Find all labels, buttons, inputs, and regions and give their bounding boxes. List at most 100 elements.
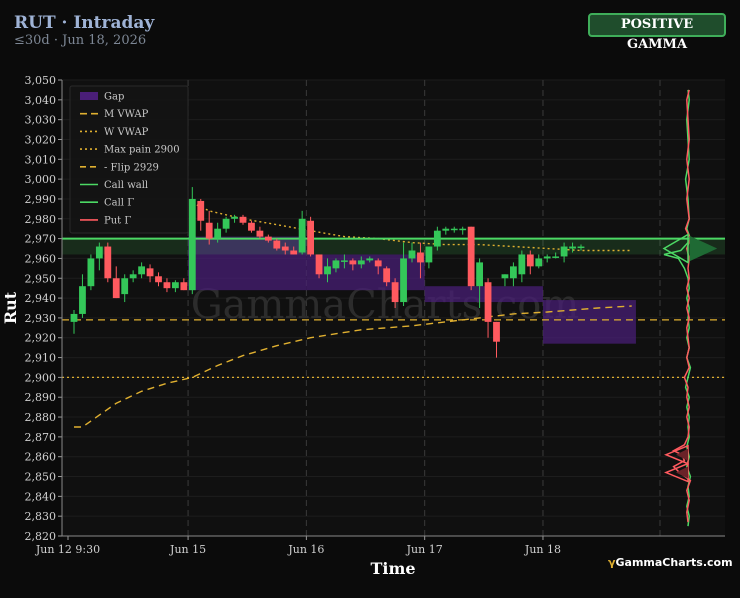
candle-body [231,216,238,219]
candle-body [349,260,357,265]
candle-body [324,266,331,275]
candle-body [374,260,382,267]
y-tick-label: 2,880 [25,411,57,424]
candle-body [501,274,509,279]
x-axis-title: Time [370,559,415,578]
legend-label: Max pain 2900 [104,145,180,156]
gamma-logo-icon: γ [608,556,616,569]
y-tick-label: 2,820 [25,530,57,543]
candle-body [442,228,450,231]
candle-body [104,246,112,279]
candle-body [543,256,551,259]
candle-body [560,246,568,257]
candle-body [459,228,467,231]
candle-body [129,274,137,279]
candle-body [205,222,213,239]
candle-body [408,250,416,259]
y-tick-label: 2,950 [25,272,57,285]
candle-body [383,268,391,283]
candle-body [484,282,492,322]
candle-body [155,276,162,283]
y-tick-label: 3,030 [25,114,57,127]
candle-body [518,254,526,275]
candle-body [172,282,179,289]
candle-body [450,228,458,231]
candle-body [493,321,500,342]
candle-body [366,258,374,261]
candle-body [248,222,255,231]
x-tick-label: Jun 15 [169,543,206,556]
candle-body [400,258,407,303]
legend-label: Put Γ [104,215,131,226]
candle-body [552,256,560,258]
candle-body [264,236,272,241]
candle-body [188,198,196,291]
candle-body [569,246,576,249]
y-tick-label: 3,020 [25,133,57,146]
y-tick-label: 2,940 [25,292,57,305]
candle-body [315,254,323,275]
candle-body [138,266,145,275]
y-tick-label: 2,850 [25,471,57,484]
y-tick-label: 2,970 [25,233,57,246]
y-tick-label: 2,920 [25,332,57,345]
candle-body [476,262,483,287]
legend-box [69,85,189,234]
candle-body [70,313,78,322]
y-tick-label: 2,960 [25,252,57,265]
candle-body [256,230,264,237]
legend-label: M VWAP [104,109,149,120]
y-tick-label: 2,860 [25,451,57,464]
candle-body [163,282,171,289]
x-tick-label: Jun 18 [524,543,561,556]
legend-label: Call wall [104,180,148,191]
candle-body [214,228,222,239]
candle-body [290,250,298,255]
candle-body [87,258,95,287]
candle-body [121,278,129,295]
candle-body [95,246,103,259]
y-tick-label: 2,830 [25,510,57,523]
candle-body [79,286,86,314]
y-tick-label: 2,930 [25,312,57,325]
legend-label: Gap [104,92,124,103]
legend-label: - Flip 2929 [104,162,159,173]
candle-body [425,246,433,263]
candle-body [197,200,205,221]
candle-body [433,230,441,247]
y-tick-label: 3,050 [25,74,57,87]
candle-body [417,252,424,263]
brand-logo: γGammaCharts.com [608,556,733,569]
legend-label: W VWAP [104,127,149,138]
y-tick-label: 2,840 [25,490,57,503]
candle-body [526,254,534,267]
gap-zone [424,286,543,303]
y-axis-title: Rut [1,291,20,324]
candle-body [112,278,120,299]
y-tick-label: 2,980 [25,213,57,226]
brand-text: GammaCharts.com [615,556,733,569]
y-tick-label: 2,900 [25,371,57,384]
x-tick-label: Jun 17 [406,543,443,556]
x-tick-label: Jun 16 [287,543,324,556]
candle-body [341,260,348,262]
y-tick-label: 2,990 [25,193,57,206]
y-tick-label: 3,040 [25,94,57,107]
candle-body [298,218,306,253]
candle-body [510,266,517,279]
legend: Gap M VWAP W VWAP Max pain 2900 - Flip 2929 C… [69,85,189,234]
candle-body [357,260,365,265]
y-tick-label: 3,000 [25,173,57,186]
candle-body [391,282,399,303]
candle-body [281,246,289,251]
legend-swatch-gap [80,92,98,100]
candle-body [307,220,314,255]
legend-label: Call Γ [104,198,134,209]
y-tick-label: 2,910 [25,352,57,365]
candle-body [535,258,543,267]
x-tick-label: Jun 12 9:30 [35,543,100,556]
y-tick-label: 2,890 [25,391,57,404]
candle-body [577,246,585,249]
y-tick-label: 3,010 [25,153,57,166]
candle-body [222,218,230,229]
